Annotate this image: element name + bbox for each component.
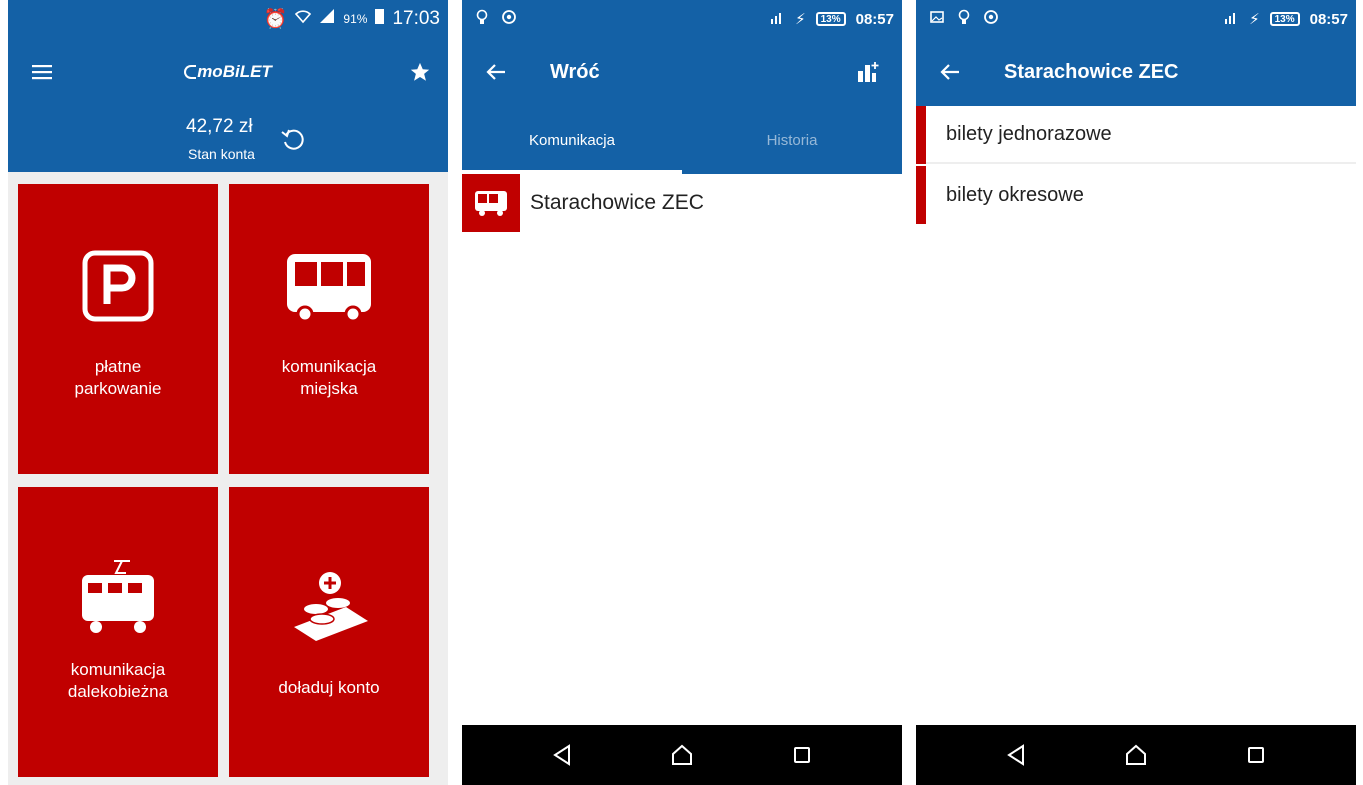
status-bar: ⚡ 13% 08:57 [462, 0, 902, 38]
list-item-label: bilety okresowe [946, 183, 1084, 206]
back-label: Wróć [550, 60, 600, 83]
app-bar: moBiLET [8, 38, 448, 106]
battery-icon [375, 8, 385, 30]
account-balance: 42,72 zł Stan konta [8, 106, 448, 172]
operator-badge [462, 174, 520, 232]
home-icon [1126, 744, 1146, 765]
nav-recents-button[interactable] [1216, 725, 1296, 785]
clock-time: 08:57 [855, 10, 894, 28]
image-icon [930, 10, 944, 28]
tile-long-distance[interactable]: komunikacja dalekobieżna [18, 487, 218, 777]
list-item-single-tickets[interactable]: bilety jednorazowe [916, 106, 1356, 164]
service-tiles: płatne parkowanie komunikacja miejska ko… [18, 184, 439, 778]
tile-parking[interactable]: płatne parkowanie [18, 184, 218, 474]
alarm-icon: ⏰ [263, 9, 288, 30]
accent-bar [916, 166, 926, 224]
tile-top-up[interactable]: doładuj konto [229, 487, 429, 777]
status-bar: ⚡ 13% 08:57 [916, 0, 1356, 38]
app-logo: moBiLET [8, 38, 448, 106]
parking-icon [82, 250, 154, 322]
system-nav-bar [916, 725, 1356, 785]
tile-label: płatne parkowanie [74, 357, 162, 398]
screen-home: ⏰ 91% 17:03 moBiLET 42,72 zł Stan konta [8, 0, 448, 785]
clock-time: 08:57 [1309, 10, 1348, 28]
list-item-label: bilety jednorazowe [946, 122, 1112, 145]
nav-back-button[interactable] [522, 725, 602, 785]
battery-percent: 91% [343, 12, 368, 26]
accent-bar [916, 106, 926, 164]
bulb-icon [476, 9, 488, 30]
refresh-balance-button[interactable] [280, 126, 306, 157]
page-title: Starachowice ZEC [1004, 60, 1179, 83]
screen-tickets: ⚡ 13% 08:57 Starachowice ZEC bilety jedn… [916, 0, 1356, 785]
square-recents-icon [1248, 747, 1264, 763]
signal-icon [769, 9, 785, 29]
tile-label: komunikacja miejska [281, 357, 377, 398]
wifi-icon [295, 8, 312, 30]
nav-recents-button[interactable] [762, 725, 842, 785]
nav-home-button[interactable] [1096, 725, 1176, 785]
arrow-left-icon [940, 64, 959, 80]
coins-plus-icon [294, 572, 368, 641]
tab-communication[interactable]: Komunikacja [462, 106, 682, 174]
tab-history[interactable]: Historia [682, 106, 902, 174]
back-button[interactable] [468, 38, 524, 106]
battery-percent: 13% [1269, 12, 1300, 26]
media-icon [502, 9, 516, 29]
charging-icon: ⚡ [1249, 11, 1260, 28]
battery-percent: 13% [815, 12, 846, 26]
chart-plus-icon [858, 62, 879, 82]
screen-operators: ⚡ 13% 08:57 Wróć Komunikacja Historia St… [462, 0, 902, 785]
bus-icon [475, 191, 507, 216]
list-item-period-tickets[interactable]: bilety okresowe [916, 166, 1356, 224]
back-button[interactable] [922, 38, 978, 106]
system-nav-bar [462, 725, 902, 785]
square-recents-icon [794, 747, 810, 763]
triangle-back-icon [1007, 744, 1024, 766]
favorites-button[interactable] [392, 38, 448, 106]
media-icon [984, 9, 998, 29]
app-bar: Starachowice ZEC [916, 38, 1356, 106]
charging-icon: ⚡ [795, 11, 806, 28]
nav-home-button[interactable] [642, 725, 722, 785]
arrow-left-icon [486, 64, 505, 80]
signal-icon [1223, 9, 1239, 29]
nav-back-button[interactable] [976, 725, 1056, 785]
tile-label: doładuj konto [278, 678, 380, 697]
triangle-back-icon [553, 744, 570, 766]
app-logo-text: moBiLET [197, 62, 272, 81]
star-icon [410, 62, 430, 81]
tile-label: komunikacja dalekobieżna [67, 660, 169, 701]
train-icon [82, 560, 154, 633]
status-bar: ⏰ 91% 17:03 [8, 0, 448, 38]
tab-bar: Komunikacja Historia [462, 106, 902, 174]
balance-amount: 42,72 zł [186, 116, 253, 137]
balance-label: Stan konta [188, 146, 255, 162]
refresh-icon [281, 129, 304, 150]
home-icon [672, 744, 692, 765]
operator-name: Starachowice ZEC [530, 191, 704, 214]
clock-time: 17:03 [392, 8, 440, 29]
stats-button[interactable] [840, 38, 896, 106]
operator-item[interactable]: Starachowice ZEC [462, 174, 902, 232]
bulb-icon [958, 9, 970, 30]
app-bar: Wróć [462, 38, 902, 106]
tile-city-transport[interactable]: komunikacja miejska [229, 184, 429, 474]
bus-icon [287, 254, 371, 322]
signal-icon [319, 8, 335, 30]
